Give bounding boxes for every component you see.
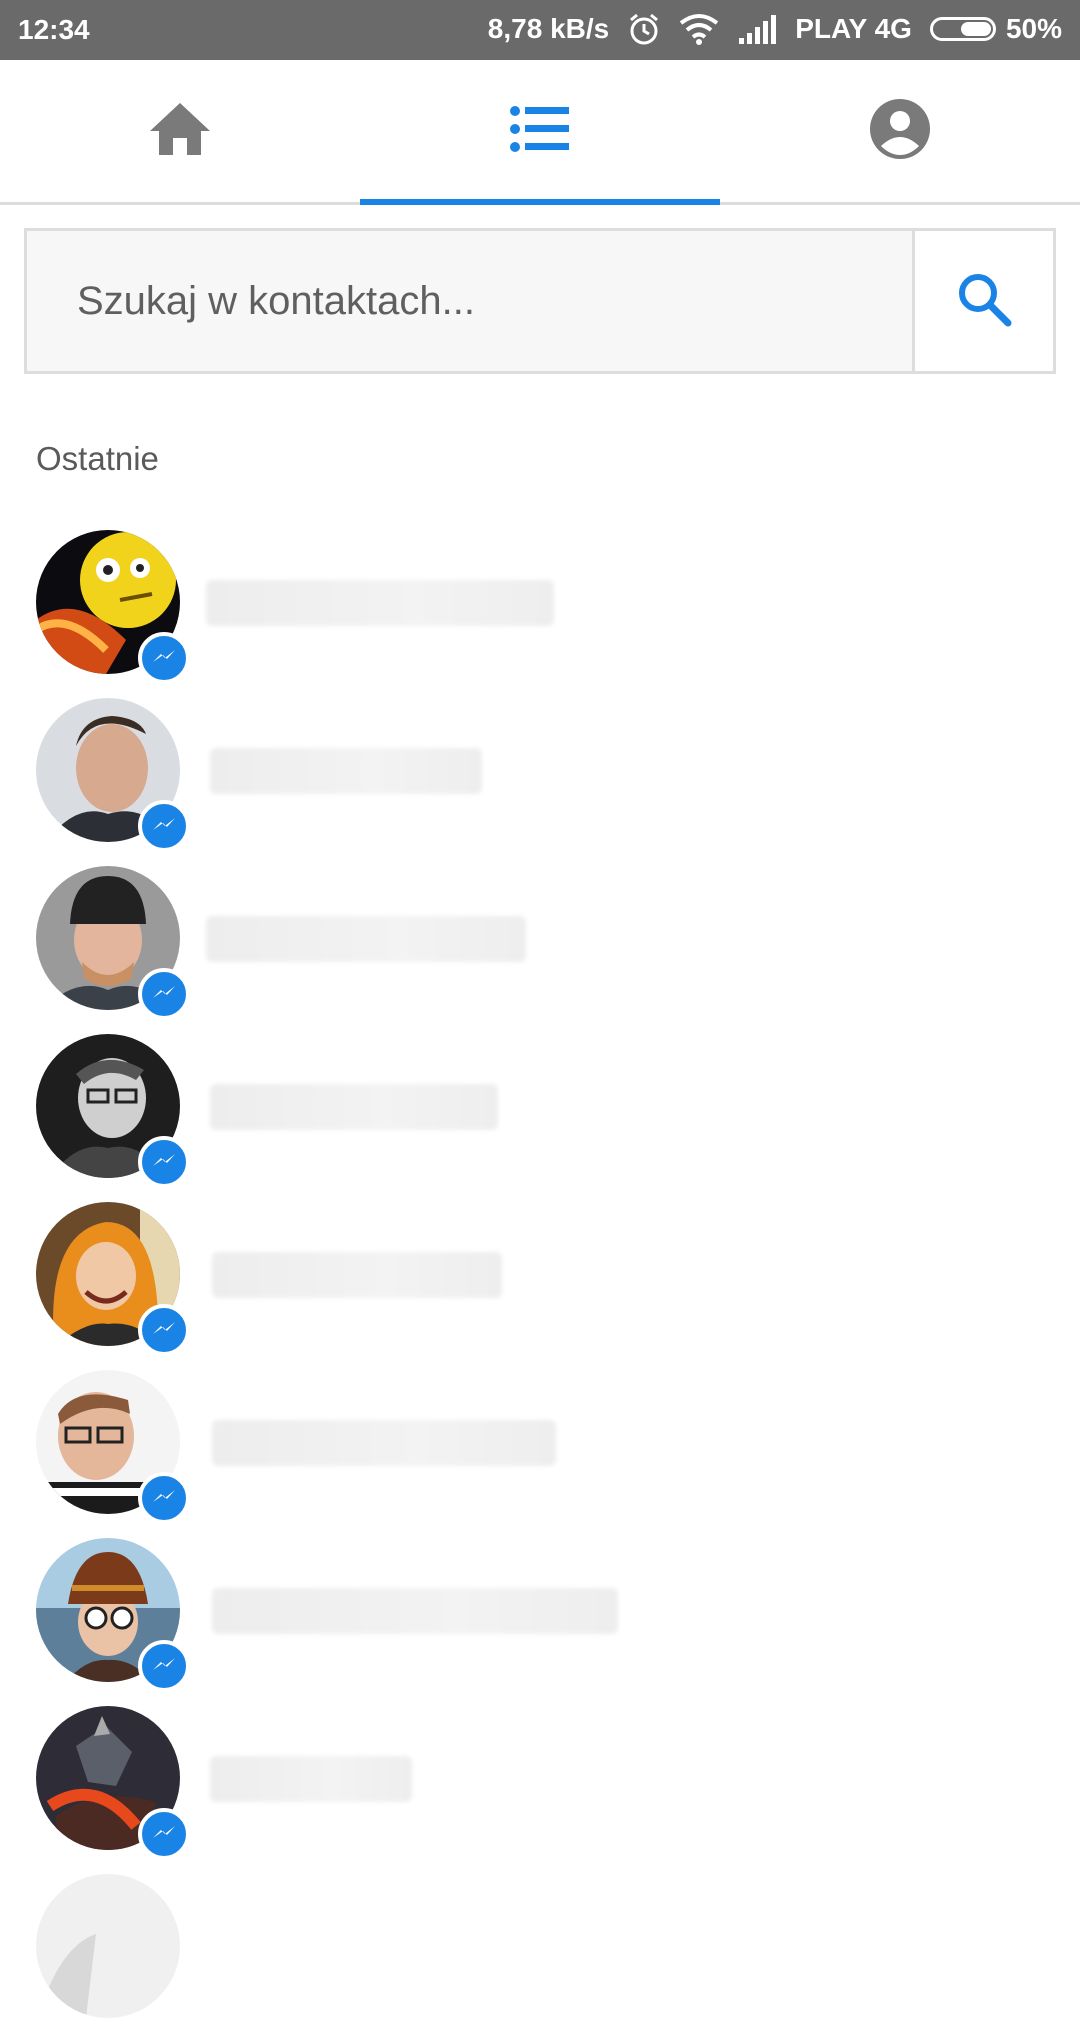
contact-row[interactable] — [0, 1032, 1080, 1200]
wifi-icon — [679, 13, 719, 45]
tab-profile[interactable] — [720, 60, 1080, 202]
list-icon — [510, 105, 570, 158]
contact-row[interactable] — [0, 696, 1080, 864]
contact-row[interactable] — [0, 864, 1080, 1032]
contact-name-redacted — [212, 1252, 502, 1298]
search-input[interactable] — [24, 228, 912, 374]
avatar — [36, 1874, 180, 2018]
contact-name-redacted — [210, 1756, 412, 1802]
contact-row[interactable] — [0, 1872, 1080, 2040]
tab-contacts-list[interactable] — [360, 60, 720, 202]
messenger-badge-icon — [138, 1640, 190, 1692]
top-tab-bar — [0, 60, 1080, 205]
messenger-badge-icon — [138, 1136, 190, 1188]
contact-name-redacted — [206, 916, 526, 962]
contact-row[interactable] — [0, 1704, 1080, 1872]
status-bar: 12:34 8,78 kB/s PLAY 4G 50% — [0, 0, 1080, 60]
contact-name-redacted — [210, 1084, 498, 1130]
contact-search — [24, 228, 1056, 374]
messenger-badge-icon — [138, 1304, 190, 1356]
contact-name-redacted — [206, 580, 554, 626]
contact-name-redacted — [212, 1588, 618, 1634]
messenger-badge-icon — [138, 1808, 190, 1860]
messenger-badge-icon — [138, 632, 190, 684]
carrier-label: PLAY 4G — [795, 13, 912, 44]
contact-row[interactable] — [0, 528, 1080, 696]
messenger-badge-icon — [138, 968, 190, 1020]
alarm-icon — [627, 12, 661, 46]
network-speed: 8,78 kB/s — [487, 13, 610, 44]
status-right: 8,78 kB/s PLAY 4G 50% — [488, 12, 1062, 46]
messenger-badge-icon — [138, 1472, 190, 1524]
status-time: 12:34 — [18, 14, 90, 45]
search-button[interactable] — [912, 228, 1056, 374]
search-icon — [956, 271, 1012, 332]
signal-icon — [737, 14, 777, 44]
home-icon — [148, 101, 212, 162]
contact-row[interactable] — [0, 1368, 1080, 1536]
messenger-badge-icon — [138, 800, 190, 852]
battery-icon — [929, 17, 996, 41]
profile-icon — [869, 98, 931, 165]
contact-row[interactable] — [0, 1200, 1080, 1368]
battery-percent: 50% — [1005, 13, 1062, 44]
section-heading-recent: Ostatnie — [36, 440, 159, 477]
tab-home[interactable] — [0, 60, 360, 202]
active-tab-indicator — [360, 199, 720, 205]
contact-name-redacted — [212, 1420, 556, 1466]
contact-name-redacted — [210, 748, 482, 794]
battery-indicator: 50% — [929, 13, 1062, 45]
contact-row[interactable] — [0, 1536, 1080, 1704]
